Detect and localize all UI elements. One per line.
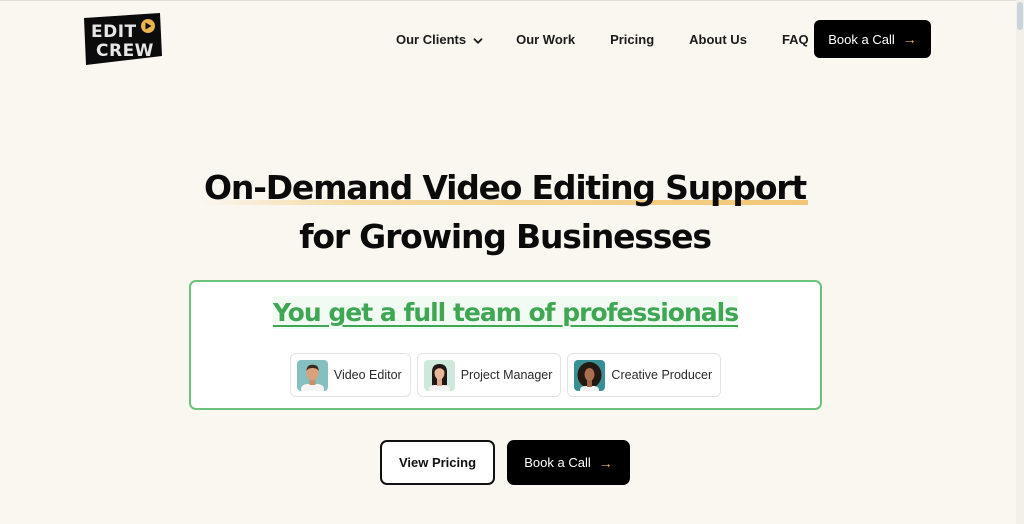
team-heading: You get a full team of professionals [191,296,820,329]
nav-pricing-label: Pricing [610,31,655,47]
header-book-call-label: Book a Call [828,31,895,47]
arrow-right-icon: → [598,454,613,471]
scrollbar-thumb[interactable] [1017,2,1023,30]
hero-title-line1-text: On-Demand Video Editing Support [204,168,807,207]
logo-text-crew: CREW [96,41,154,61]
woman-avatar [423,359,455,391]
hero-title-highlight: On-Demand Video Editing Support [202,168,808,207]
page-scrollbar[interactable] [1016,0,1024,524]
team-member-role: Creative Producer [611,368,713,382]
nav-faq[interactable]: FAQ [782,32,809,47]
arrow-right-icon: → [902,31,917,47]
nav-our-clients-label: Our Clients [396,31,467,47]
main-nav: Our Clients Our Work Pricing About Us FA… [396,20,809,58]
hero-title-line2: for Growing Businesses [299,217,712,256]
play-circle-icon [141,19,155,33]
view-pricing-label: View Pricing [398,455,477,470]
view-pricing-button[interactable]: View Pricing [380,440,495,485]
team-members: Video Editor Project Manager Creative Pr… [191,353,820,397]
team-member-project-manager: Project Manager [416,353,562,397]
nav-our-work[interactable]: Our Work [516,32,575,47]
team-member-video-editor: Video Editor [289,353,411,397]
hero-title-line1: On-Demand Video Editing Support [0,168,1010,207]
nav-about-us[interactable]: About Us [689,32,747,47]
header-book-call-button[interactable]: Book a Call → [814,20,931,58]
nav-about-us-label: About Us [689,31,747,47]
man-avatar [296,359,328,391]
nav-our-work-label: Our Work [516,31,576,47]
logo-text-edit: EDIT [91,22,137,42]
team-member-role: Video Editor [333,368,402,382]
woman-curly-hair-avatar [574,359,606,391]
team-card: You get a full team of professionals Vid… [189,280,822,410]
book-call-button[interactable]: Book a Call → [507,440,630,485]
team-heading-text: You get a full team of professionals [272,296,739,329]
team-member-role: Project Manager [460,368,553,382]
nav-pricing[interactable]: Pricing [610,32,654,47]
team-member-creative-producer: Creative Producer [567,353,722,397]
top-border [0,0,1024,1]
book-call-label: Book a Call [524,455,591,470]
edit-crew-logo[interactable]: EDIT CREW [82,12,162,66]
nav-faq-label: FAQ [781,31,809,47]
chevron-down-icon [473,34,483,44]
nav-our-clients[interactable]: Our Clients [396,32,483,47]
